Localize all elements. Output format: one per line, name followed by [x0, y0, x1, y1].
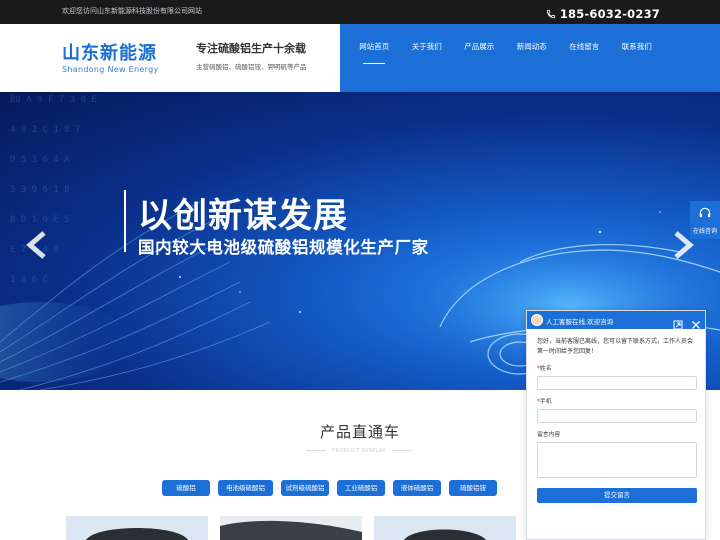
- svg-text:4 9 2 C 1 8 7: 4 9 2 C 1 8 7: [10, 125, 80, 135]
- phone-label: *手机: [537, 399, 552, 405]
- product-thumbnail[interactable]: [66, 516, 208, 540]
- site-logo[interactable]: 山东新能源 Shandong New Energy: [62, 39, 159, 74]
- main-nav: 网站首页 关于我们 产品展示 新闻动态 在线留言 联系我们: [340, 24, 720, 92]
- message-label: 留言内容: [537, 432, 561, 438]
- close-icon[interactable]: [691, 315, 701, 329]
- nav-item-news[interactable]: 新闻动态: [506, 24, 559, 92]
- nav-item-message[interactable]: 在线留言: [558, 24, 611, 92]
- category-button[interactable]: 工业硫酸铝: [337, 480, 385, 496]
- phone-contact[interactable]: 185-6032-0237: [546, 4, 660, 23]
- banner-subtitle: 国内较大电池级硫酸铝规模化生产厂家: [138, 238, 429, 257]
- category-button[interactable]: 试剂级硫酸铝: [281, 480, 329, 496]
- nav-item-about[interactable]: 关于我们: [401, 24, 454, 92]
- slogan-subtitle: 主营硫酸铝、硫酸铝铵、钾明矾等产品: [196, 63, 307, 71]
- minimize-icon[interactable]: [673, 315, 683, 330]
- online-consult-label: 在线咨询: [692, 228, 717, 235]
- category-list: 硫酸铝 电池级硫酸铝 试剂级硫酸铝 工业硫酸铝 液体硫酸铝 硫酸铝铵: [162, 480, 497, 496]
- logo-english: Shandong New Energy: [62, 65, 159, 74]
- divider-right: [392, 450, 412, 451]
- product-thumbnail[interactable]: [374, 516, 516, 540]
- name-label: *姓名: [537, 366, 552, 372]
- phone-number: 185-6032-0237: [559, 6, 660, 21]
- message-field[interactable]: [537, 442, 697, 478]
- title-accent-bar: [124, 190, 126, 252]
- category-button[interactable]: 电池级硫酸铝: [218, 480, 273, 496]
- products-title: 产品直通车: [320, 423, 401, 441]
- chat-header: 人工客服在线,欢迎咨询: [527, 311, 705, 330]
- svg-text:1 8 6 C: 1 8 6 C: [10, 275, 48, 285]
- slogan: 专注硫酸铝生产十余载 主营硫酸铝、硫酸铝铵、钾明矾等产品: [196, 40, 307, 71]
- submit-message-button[interactable]: 提交留言: [537, 488, 697, 503]
- divider-left: [306, 450, 326, 451]
- nav-item-home[interactable]: 网站首页: [348, 24, 401, 92]
- phone-icon: [546, 4, 556, 23]
- phone-field[interactable]: [537, 409, 697, 423]
- svg-text:3 3 9 6 1 8: 3 3 9 6 1 8: [10, 185, 70, 195]
- chat-header-title: 人工客服在线,欢迎咨询: [546, 318, 614, 326]
- online-consult-tab[interactable]: 在线咨询: [690, 201, 720, 239]
- svg-text:8 D 1 0 E 5: 8 D 1 0 E 5: [10, 215, 70, 225]
- site-header: 山东新能源 Shandong New Energy 专注硫酸铝生产十余载 主营硫…: [0, 24, 720, 92]
- chat-widget: 人工客服在线,欢迎咨询 您好，当前客服已离线，您可以留下联系方式，工作人员会第一…: [526, 310, 706, 540]
- svg-text:D 5 3 6 4 A: D 5 3 6 4 A: [10, 155, 70, 165]
- chat-notice: 您好，当前客服已离线，您可以留下联系方式，工作人员会第一时间给予您回复！: [537, 338, 694, 355]
- nav-item-contact[interactable]: 联系我们: [611, 24, 664, 92]
- products-subtitle: PRODUCT DISPLAY: [332, 448, 387, 454]
- welcome-text: 欢迎您访问山东新能源科技股份有限公司网站: [62, 7, 202, 15]
- product-thumbnails: [66, 516, 516, 540]
- avatar: [531, 314, 543, 326]
- nav-item-products[interactable]: 产品展示: [453, 24, 506, 92]
- svg-text:B8 A 9 F 7 3 0 E: B8 A 9 F 7 3 0 E: [10, 95, 97, 105]
- category-button[interactable]: 硫酸铝铵: [449, 480, 497, 496]
- slogan-title: 专注硫酸铝生产十余载: [196, 42, 306, 55]
- name-field[interactable]: [537, 376, 697, 390]
- banner-title: 以创新谋发展: [138, 196, 348, 236]
- chevron-left-icon[interactable]: [24, 230, 52, 260]
- logo-chinese: 山东新能源: [62, 43, 157, 64]
- top-bar: 欢迎您访问山东新能源科技股份有限公司网站 185-6032-0237: [0, 0, 720, 24]
- product-thumbnail[interactable]: [220, 516, 362, 540]
- category-button[interactable]: 硫酸铝: [162, 480, 210, 496]
- category-button[interactable]: 液体硫酸铝: [393, 480, 441, 496]
